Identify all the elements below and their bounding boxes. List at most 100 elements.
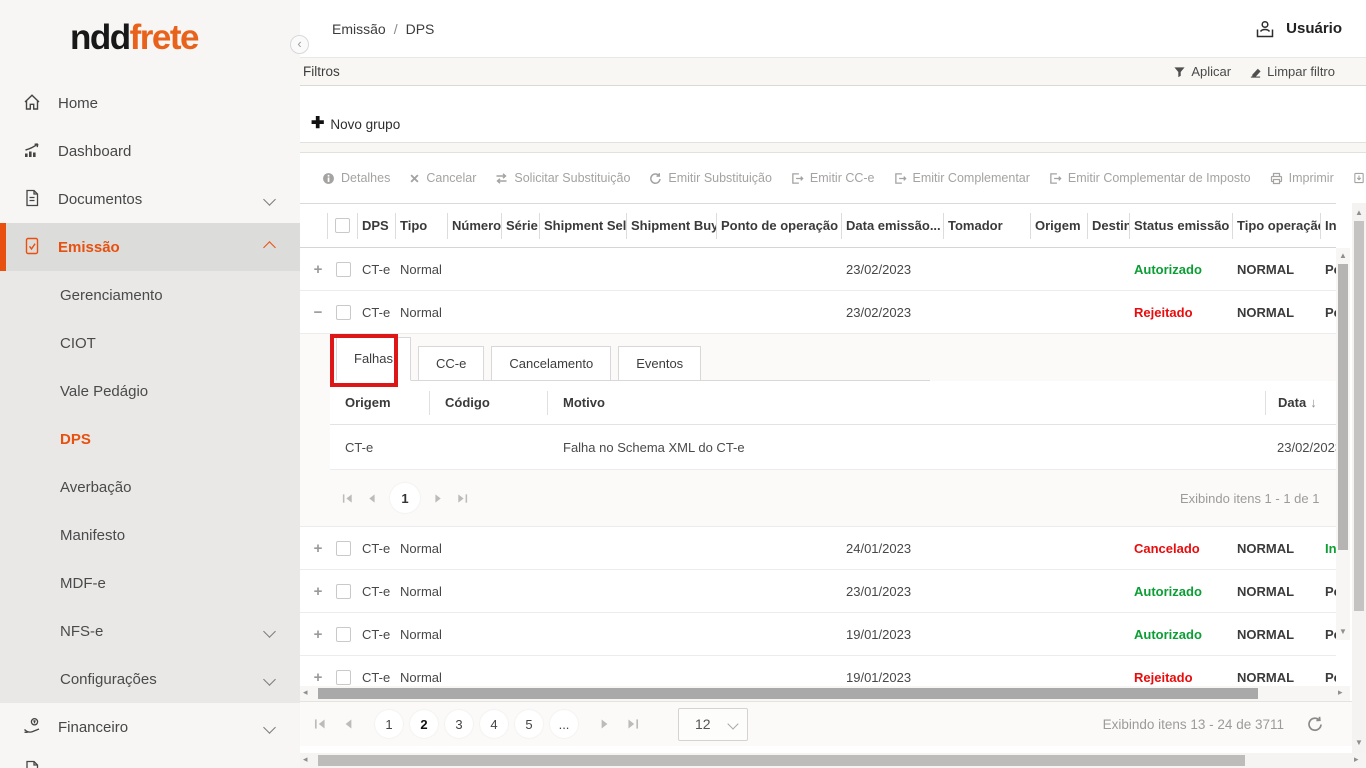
submenu-item-configuracoes[interactable]: Configurações (0, 655, 300, 703)
cancelar-button[interactable]: Cancelar (409, 171, 476, 185)
sidebar-item-home[interactable]: Home (0, 79, 300, 127)
tab-falhas[interactable]: Falhas (336, 337, 411, 381)
page-size-select[interactable]: 12 (678, 708, 748, 741)
first-page-icon[interactable] (342, 493, 353, 504)
scroll-down-icon[interactable]: ▼ (1336, 627, 1350, 636)
submenu-item-averbacao[interactable]: Averbação (0, 463, 300, 511)
detalhes-button[interactable]: Detalhes (322, 171, 390, 185)
col-shipment-sell[interactable]: Shipment Sell (540, 213, 627, 239)
expand-row-button[interactable]: + (314, 261, 323, 278)
scroll-down-icon[interactable]: ▼ (1352, 738, 1366, 747)
table-row[interactable]: + CT-e Normal 23/01/2023 Autorizado NORM… (300, 570, 1336, 613)
next-page-icon[interactable] (433, 493, 444, 504)
collapse-row-button[interactable]: − (314, 304, 323, 321)
col-dps[interactable]: DPS (358, 213, 396, 239)
emitir-cce-button[interactable]: Emitir CC-e (791, 171, 875, 185)
refresh-icon[interactable] (1306, 715, 1324, 733)
row-checkbox[interactable] (336, 627, 351, 642)
select-all-checkbox[interactable] (335, 218, 350, 233)
col-serie[interactable]: Série (502, 213, 540, 239)
table-row-expanded[interactable]: − CT-e Normal 23/02/2023 Rejeitado NORMA… (300, 291, 1336, 334)
sidebar-collapse-button[interactable]: ‹ (290, 35, 309, 54)
row-checkbox[interactable] (336, 541, 351, 556)
sidebar-item-dashboard[interactable]: Dashboard (0, 127, 300, 175)
page-button-1[interactable]: 1 (375, 710, 403, 738)
scroll-right-icon[interactable]: ▸ (1354, 754, 1359, 765)
scroll-left-icon[interactable]: ◂ (303, 754, 308, 765)
expand-row-button[interactable]: + (314, 540, 323, 557)
prev-page-icon[interactable] (366, 493, 377, 504)
solicitar-substituicao-button[interactable]: Solicitar Substituição (495, 171, 630, 185)
scroll-up-icon[interactable]: ▲ (1336, 251, 1350, 260)
tab-cancelamento[interactable]: Cancelamento (491, 346, 611, 381)
sidebar-item-emissao[interactable]: Emissão (0, 223, 300, 271)
page-button-2-current[interactable]: 2 (410, 710, 438, 738)
table-row[interactable]: + CT-e Normal 19/01/2023 Rejeitado NORMA… (300, 656, 1336, 686)
page-button-3[interactable]: 3 (445, 710, 473, 738)
tab-cce[interactable]: CC-e (418, 346, 484, 381)
submenu-item-nfse[interactable]: NFS-e (0, 607, 300, 655)
expand-row-button[interactable]: + (314, 626, 323, 643)
emitir-complementar-button[interactable]: Emitir Complementar (894, 171, 1030, 185)
scrollbar-thumb[interactable] (318, 688, 1258, 699)
scroll-left-icon[interactable]: ◂ (303, 687, 308, 698)
prev-page-icon[interactable] (342, 718, 354, 730)
last-page-icon[interactable] (457, 493, 468, 504)
page-button-4[interactable]: 4 (480, 710, 508, 738)
submenu-item-vale-pedagio[interactable]: Vale Pedágio (0, 367, 300, 415)
col-numero[interactable]: Número (448, 213, 502, 239)
new-group-button[interactable]: ✚ Novo grupo (311, 116, 400, 132)
col-destino[interactable]: Destino (1088, 213, 1130, 239)
submenu-item-dps[interactable]: DPS (0, 415, 300, 463)
last-page-icon[interactable] (627, 718, 639, 730)
scroll-up-icon[interactable]: ▲ (1352, 208, 1366, 217)
emitir-substituicao-button[interactable]: Emitir Substituição (649, 171, 772, 185)
first-page-icon[interactable] (314, 718, 326, 730)
col-origem[interactable]: Origem (1031, 213, 1088, 239)
grid-horizontal-scrollbar[interactable]: ◂ ▸ (300, 686, 1350, 701)
user-menu[interactable]: Usuário (1254, 18, 1342, 40)
sidebar-item-financeiro[interactable]: Financeiro (0, 703, 300, 751)
row-checkbox[interactable] (336, 262, 351, 277)
scrollbar-thumb[interactable] (1354, 221, 1364, 611)
page-button-1[interactable]: 1 (390, 483, 420, 513)
imprimir-button[interactable]: Imprimir (1270, 171, 1334, 185)
submenu-item-mdfe[interactable]: MDF-e (0, 559, 300, 607)
tab-eventos[interactable]: Eventos (618, 346, 701, 381)
expand-row-button[interactable]: + (314, 669, 323, 686)
page-vertical-scrollbar[interactable]: ▲ ▼ (1352, 203, 1366, 753)
sidebar-item-documentos[interactable]: Documentos (0, 175, 300, 223)
scroll-right-icon[interactable]: ▸ (1338, 687, 1343, 698)
expand-row-button[interactable]: + (314, 583, 323, 600)
breadcrumb-parent[interactable]: Emissão (332, 21, 386, 37)
col-tomador[interactable]: Tomador (944, 213, 1031, 239)
table-row[interactable]: + CT-e Normal 19/01/2023 Autorizado NORM… (300, 613, 1336, 656)
row-checkbox[interactable] (336, 584, 351, 599)
table-row[interactable]: + CT-e Normal 23/02/2023 Autorizado NORM… (300, 248, 1336, 291)
col-shipment-buy[interactable]: Shipment Buy (627, 213, 717, 239)
col-tipo[interactable]: Tipo (396, 213, 448, 239)
grid-vertical-scrollbar[interactable]: ▲ ▼ (1336, 248, 1350, 640)
submenu-item-manifesto[interactable]: Manifesto (0, 511, 300, 559)
submenu-item-gerenciamento[interactable]: Gerenciamento (0, 271, 300, 319)
col-origem[interactable]: Origem (330, 391, 430, 415)
col-tipo-operacao[interactable]: Tipo operação (1233, 213, 1321, 239)
col-truncated[interactable]: In (1321, 213, 1336, 239)
apply-filter-button[interactable]: Aplicar (1173, 64, 1231, 79)
row-checkbox[interactable] (336, 670, 351, 685)
download-button[interactable]: Download (1353, 171, 1366, 185)
col-status-emissao[interactable]: Status emissão (1130, 213, 1233, 239)
clear-filter-button[interactable]: Limpar filtro (1249, 64, 1335, 79)
col-ponto-operacao[interactable]: Ponto de operação (717, 213, 842, 239)
row-checkbox[interactable] (336, 305, 351, 320)
col-motivo[interactable]: Motivo (548, 391, 1265, 415)
col-data-emissao[interactable]: Data emissão... (842, 213, 944, 239)
scrollbar-thumb[interactable] (318, 755, 1245, 766)
page-button-5[interactable]: 5 (515, 710, 543, 738)
submenu-item-ciot[interactable]: CIOT (0, 319, 300, 367)
page-button-more[interactable]: ... (550, 710, 578, 738)
col-codigo[interactable]: Código (430, 391, 548, 415)
col-data-sorted[interactable]: Data↓ (1265, 391, 1336, 415)
falhas-row[interactable]: CT-e Falha no Schema XML do CT-e 23/02/2… (330, 425, 1336, 470)
next-page-icon[interactable] (599, 718, 611, 730)
